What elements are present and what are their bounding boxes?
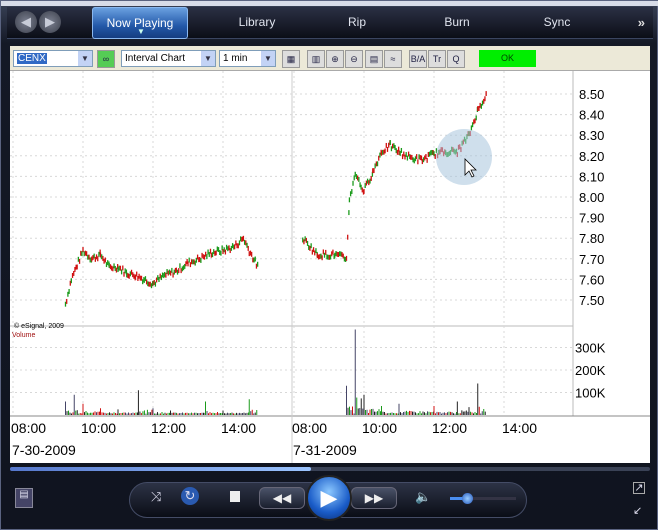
tab-rip[interactable]: Rip [327, 7, 387, 39]
video-thumbnail-icon[interactable]: ▤ [15, 488, 33, 508]
price-tick-label: 7.60 [579, 272, 604, 287]
volume-knob[interactable] [461, 493, 473, 504]
study-icon[interactable]: ≈ [384, 50, 402, 68]
zoom-in-icon[interactable]: ⊕ [326, 50, 344, 68]
time-tick-label: 10:00 [81, 420, 116, 436]
interval-value: 1 min [223, 53, 248, 64]
time-tick-label: 14:00 [221, 420, 256, 436]
seek-progress [10, 467, 311, 471]
time-tick-label: 08:00 [11, 420, 46, 436]
mute-icon[interactable]: 🔈 [415, 489, 431, 505]
volume-tick-label: 300K [575, 341, 606, 356]
time-tick-label: 12:00 [432, 420, 467, 436]
chevron-down-icon: ▼ [201, 51, 215, 66]
symbol-value: CENX [17, 53, 47, 64]
price-tick-label: 8.00 [579, 190, 604, 205]
chart-type-value: Interval Chart [125, 53, 186, 64]
bid-ask-icon[interactable]: B/A [409, 50, 427, 68]
volume-tick-label: 200K [575, 363, 606, 378]
chevron-down-icon: ▼ [261, 51, 275, 66]
price-tick-label: 7.80 [579, 231, 604, 246]
price-tick-label: 8.40 [579, 108, 604, 123]
date-label: 7-31-2009 [293, 442, 357, 458]
copyright-text: © eSignal, 2009 [14, 322, 64, 330]
tab-now-playing[interactable]: Now Playing ▼ [92, 7, 188, 39]
link-icon[interactable]: ∞ [97, 50, 115, 68]
tab-library[interactable]: Library [222, 7, 292, 39]
play-button[interactable]: ▶ [306, 475, 352, 521]
title-strip [1, 1, 658, 6]
bar-style-icon[interactable]: ▥ [307, 50, 325, 68]
chevron-down-icon: ▼ [137, 27, 145, 36]
ok-status-button[interactable]: OK [479, 50, 536, 67]
chart-toolbar: CENX ▼ ∞ Interval Chart ▼ 1 min ▼ ▦ ▥ ⊕ ⊖ ▤… [10, 46, 650, 71]
price-tick-label: 7.50 [579, 293, 604, 308]
volume-tick-label: 100K [575, 386, 606, 401]
nav-bar: ◀ ▶ Now Playing ▼ Library Rip Burn Sync » [7, 7, 653, 39]
seek-bar[interactable] [10, 467, 650, 471]
price-tick-label: 8.20 [579, 149, 604, 164]
forward-button[interactable]: ▶ [39, 11, 61, 33]
price-tick-label: 7.70 [579, 252, 604, 267]
previous-button[interactable]: ◀◀ [259, 487, 305, 509]
price-tick-label: 7.90 [579, 211, 604, 226]
interval-select[interactable]: 1 min ▼ [219, 50, 276, 67]
volume-label: Volume [12, 332, 35, 339]
zoom-out-icon[interactable]: ⊖ [345, 50, 363, 68]
bar-chart-icon[interactable]: ▦ [282, 50, 300, 68]
cursor-highlight [436, 129, 492, 185]
tab-sync[interactable]: Sync [527, 7, 587, 39]
fullscreen-icon[interactable]: ↗ [633, 482, 645, 494]
time-tick-label: 14:00 [502, 420, 537, 436]
next-button[interactable]: ▶▶ [351, 487, 397, 509]
time-tick-label: 12:00 [151, 420, 186, 436]
chart-type-select[interactable]: Interval Chart ▼ [121, 50, 216, 67]
tab-burn[interactable]: Burn [427, 7, 487, 39]
quote-icon[interactable]: Q [447, 50, 465, 68]
shuffle-icon[interactable]: ⤨ [151, 489, 161, 505]
switch-to-skin-icon[interactable]: ↙ [633, 504, 642, 517]
trade-icon[interactable]: Tr [428, 50, 446, 68]
media-player-window: ◀ ▶ Now Playing ▼ Library Rip Burn Sync »… [0, 0, 658, 530]
volume-slider[interactable] [450, 493, 516, 504]
chart-area[interactable]: 8.50 8.40 8.30 8.20 8.10 8.00 7.90 7.80 7.70 7.60… [10, 71, 650, 463]
chevron-down-icon: ▼ [78, 51, 92, 66]
back-button[interactable]: ◀ [15, 11, 37, 33]
price-chart: 8.50 8.40 8.30 8.20 8.10 8.00 7.90 7.80 7.70 7.60… [10, 71, 650, 463]
price-tick-label: 8.10 [579, 169, 604, 184]
stop-button[interactable] [230, 491, 240, 502]
table-icon[interactable]: ▤ [365, 50, 383, 68]
price-tick-label: 8.30 [579, 128, 604, 143]
more-tabs-button[interactable]: » [638, 15, 645, 30]
price-tick-label: 8.50 [579, 87, 604, 102]
time-tick-label: 10:00 [362, 420, 397, 436]
symbol-select[interactable]: CENX ▼ [13, 50, 93, 67]
repeat-icon[interactable]: ↻ [181, 487, 199, 505]
date-label: 7-30-2009 [12, 442, 76, 458]
time-tick-label: 08:00 [292, 420, 327, 436]
